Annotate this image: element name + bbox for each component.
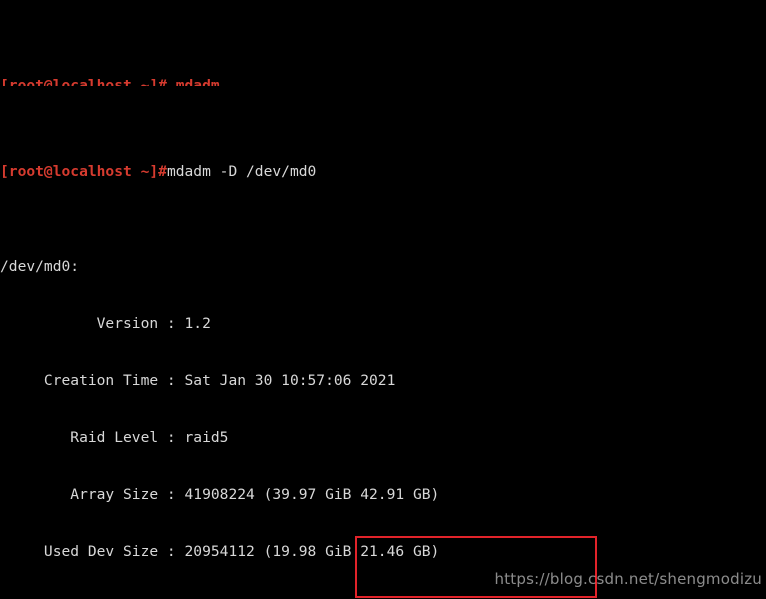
scrollback-partial-line: [root@localhost ~]# mdadm xyxy=(0,76,766,86)
output-field-version: Version : 1.2 xyxy=(0,315,211,332)
output-field-array-size: Array Size : 41908224 (39.97 GiB 42.91 G… xyxy=(0,486,440,503)
shell-prompt: [root@localhost ~]# xyxy=(0,163,167,180)
command-text: mdadm -D /dev/md0 xyxy=(166,163,317,180)
output-field-creation-time: Creation Time : Sat Jan 30 10:57:06 2021 xyxy=(0,372,396,389)
output-device-header: /dev/md0: xyxy=(0,258,80,275)
command-line[interactable]: [root@localhost ~]#mdadm -D /dev/md0 xyxy=(0,162,766,181)
output-field-raid-level: Raid Level : raid5 xyxy=(0,429,229,446)
terminal-window[interactable]: [root@localhost ~]# mdadm [root@localhos… xyxy=(0,0,766,599)
terminal-screen: [root@localhost ~]# mdadm [root@localhos… xyxy=(0,0,766,599)
scrollback-partial-prompt: [root@localhost ~]# mdadm xyxy=(0,77,220,86)
output-field-used-dev-size: Used Dev Size : 20954112 (19.98 GiB 21.4… xyxy=(0,543,440,560)
